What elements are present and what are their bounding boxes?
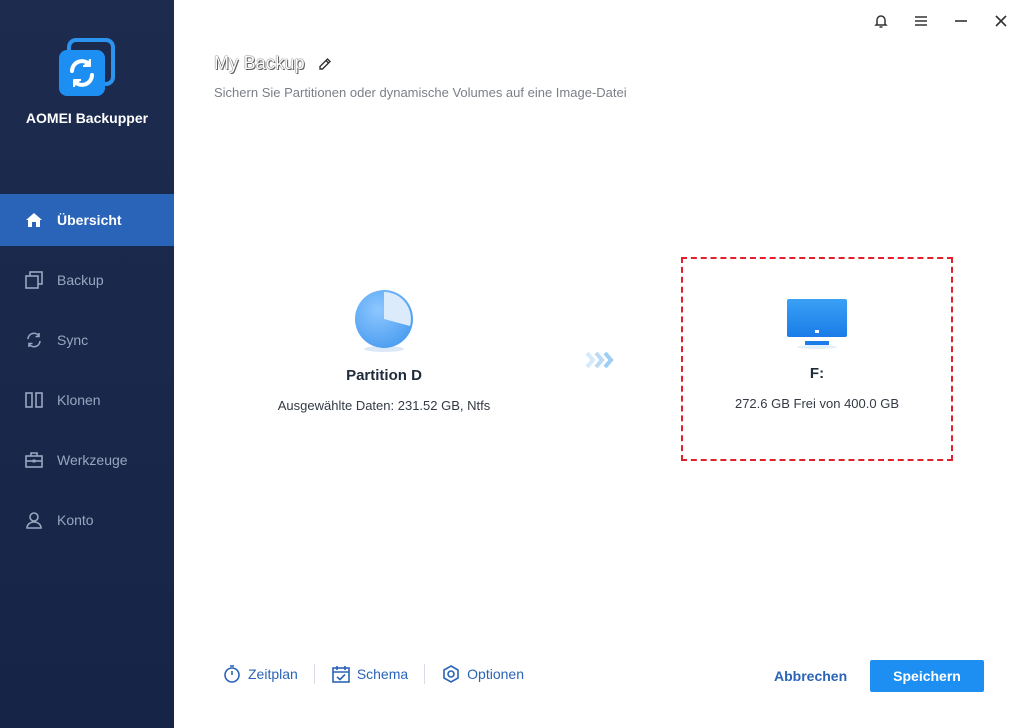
- save-button[interactable]: Speichern: [870, 660, 984, 692]
- pencil-icon[interactable]: [317, 56, 333, 72]
- schedule-label: Zeitplan: [248, 666, 298, 682]
- user-icon: [24, 510, 44, 530]
- window-controls: [870, 10, 1012, 32]
- sidebar-item-label: Backup: [57, 272, 104, 288]
- schedule-button[interactable]: Zeitplan: [222, 664, 298, 684]
- scheme-label: Schema: [356, 666, 409, 682]
- title-row: My Backup: [214, 53, 333, 74]
- app-logo: [55, 38, 117, 100]
- scheme-button[interactable]: Schema: [331, 664, 408, 684]
- sidebar-item-klonen[interactable]: Klonen: [0, 374, 174, 426]
- sidebar-item-konto[interactable]: Konto: [0, 494, 174, 546]
- page-title: My Backup: [214, 53, 305, 73]
- sync-icon: [24, 330, 44, 350]
- destination-drive[interactable]: F: 272.6 GB Frei von 400.0 GB: [681, 257, 953, 461]
- sidebar-item-label: Übersicht: [57, 212, 122, 228]
- cancel-button[interactable]: Abbrechen: [774, 668, 847, 684]
- options-bar: Zeitplan Schema Optionen: [222, 664, 524, 684]
- sidebar-nav: Übersicht Backup Sync Klonen Werkzeuge K…: [0, 194, 174, 554]
- stopwatch-icon: [224, 665, 240, 683]
- sidebar-item-sync[interactable]: Sync: [0, 314, 174, 366]
- sidebar-item-werkzeuge[interactable]: Werkzeuge: [0, 434, 174, 486]
- divider: [313, 664, 315, 684]
- sidebar-item-label: Sync: [57, 332, 89, 348]
- pie-chart-icon: [258, 285, 510, 357]
- main-panel: My Backup Sichern Sie Partitionen oder d…: [174, 0, 1024, 728]
- destination-info: 272.6 GB Frei von 400.0 GB: [734, 396, 900, 411]
- sidebar-item-label: Werkzeuge: [57, 452, 128, 468]
- minimize-icon[interactable]: [950, 10, 972, 32]
- source-partition[interactable]: Partition D Ausgewählte Daten: 231.52 GB…: [258, 285, 510, 413]
- toolbox-icon: [24, 450, 44, 470]
- menu-icon[interactable]: [910, 10, 932, 32]
- page-subtitle: Sichern Sie Partitionen oder dynamische …: [214, 85, 627, 100]
- close-icon[interactable]: [990, 10, 1012, 32]
- options-label: Optionen: [467, 666, 524, 682]
- sidebar-item-label: Klonen: [57, 392, 101, 408]
- bell-icon[interactable]: [870, 10, 892, 32]
- home-icon: [24, 210, 44, 230]
- options-button[interactable]: Optionen: [441, 664, 524, 684]
- source-name: Partition D: [346, 367, 422, 384]
- destination-name: F:: [809, 365, 825, 382]
- monitor-icon: [683, 297, 951, 349]
- sidebar-item-label: Konto: [57, 512, 94, 528]
- app-name: AOMEI Backupper: [25, 110, 149, 126]
- settings-icon: [443, 665, 459, 683]
- sidebar: AOMEI Backupper Übersicht Backup Sync Kl…: [0, 0, 174, 728]
- divider: [424, 664, 426, 684]
- source-info: Ausgewählte Daten: 231.52 GB, Ntfs: [277, 398, 491, 413]
- chevrons-right-icon: [585, 350, 617, 375]
- sidebar-item-backup[interactable]: Backup: [0, 254, 174, 306]
- sidebar-item-uebersicht[interactable]: Übersicht: [0, 194, 174, 246]
- clone-icon: [24, 390, 44, 410]
- calendar-check-icon: [332, 666, 350, 683]
- backup-icon: [24, 270, 44, 290]
